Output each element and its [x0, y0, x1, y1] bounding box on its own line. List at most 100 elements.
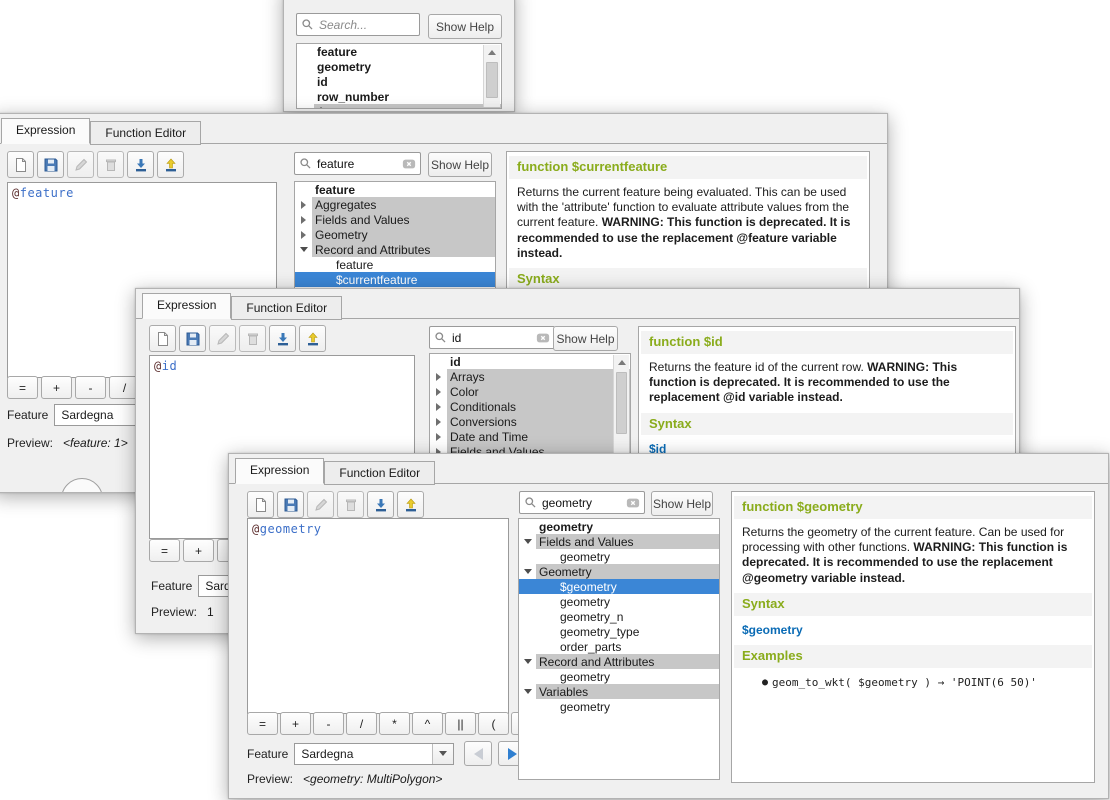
- search-input-box[interactable]: [519, 491, 645, 514]
- list-item[interactable]: geometry: [519, 549, 719, 564]
- import-expressions-button[interactable]: [367, 491, 394, 518]
- show-help-button[interactable]: Show Help: [553, 326, 618, 351]
- list-item[interactable]: geometry: [297, 59, 501, 74]
- list-group[interactable]: Conversions: [430, 414, 630, 429]
- search-input[interactable]: [537, 496, 626, 510]
- search-input-box[interactable]: [296, 13, 420, 36]
- search-input[interactable]: [447, 331, 536, 345]
- list-item[interactable]: feature: [297, 44, 501, 59]
- import-expressions-button[interactable]: [269, 325, 296, 352]
- export-expressions-button[interactable]: [299, 325, 326, 352]
- export-expressions-button[interactable]: [397, 491, 424, 518]
- op-equals-button[interactable]: =: [247, 712, 278, 735]
- list-item-selected[interactable]: $currentfeature: [295, 272, 495, 287]
- list-item[interactable]: id: [430, 354, 630, 369]
- op-equals-button[interactable]: =: [149, 539, 180, 562]
- list-item[interactable]: id: [297, 74, 501, 89]
- search-input-box[interactable]: [294, 152, 421, 175]
- list-group[interactable]: Geometry: [295, 227, 495, 242]
- previous-feature-button[interactable]: [464, 741, 492, 766]
- list-group[interactable]: Date and Time: [430, 429, 630, 444]
- list-item[interactable]: feature: [295, 257, 495, 272]
- show-help-button[interactable]: Show Help: [428, 14, 502, 39]
- tab-expression[interactable]: Expression: [142, 293, 231, 319]
- show-help-button[interactable]: Show Help: [428, 152, 492, 177]
- op-multiply-button[interactable]: *: [379, 712, 410, 735]
- op-divide-button[interactable]: /: [346, 712, 377, 735]
- op-plus-button[interactable]: +: [280, 712, 311, 735]
- clear-search-icon[interactable]: [402, 157, 416, 171]
- clear-search-icon[interactable]: [536, 331, 550, 345]
- op-plus-button[interactable]: +: [41, 376, 72, 399]
- search-input[interactable]: [312, 157, 402, 171]
- list-item[interactable]: geometry_type: [519, 624, 719, 639]
- search-input-box[interactable]: [429, 326, 555, 349]
- edit-expression-button[interactable]: [209, 325, 236, 352]
- new-expression-button[interactable]: [247, 491, 274, 518]
- scroll-up-icon[interactable]: [484, 45, 499, 60]
- new-expression-button[interactable]: [7, 151, 34, 178]
- op-concat-button[interactable]: ||: [445, 712, 476, 735]
- arrow-down-icon: [133, 157, 149, 173]
- list-group[interactable]: Color: [430, 384, 630, 399]
- search-input[interactable]: [314, 18, 415, 32]
- list-group[interactable]: Aggregates: [297, 104, 501, 109]
- chevron-right-icon: [303, 108, 308, 110]
- chevron-right-icon: [436, 433, 441, 441]
- edit-expression-button[interactable]: [307, 491, 334, 518]
- list-group[interactable]: Record and Attributes: [295, 242, 495, 257]
- expression-editor[interactable]: @geometry: [247, 518, 509, 714]
- op-minus-button[interactable]: -: [313, 712, 344, 735]
- list-group[interactable]: Conditionals: [430, 399, 630, 414]
- delete-expression-button[interactable]: [337, 491, 364, 518]
- delete-expression-button[interactable]: [239, 325, 266, 352]
- save-expression-button[interactable]: [277, 491, 304, 518]
- save-expression-button[interactable]: [179, 325, 206, 352]
- import-expressions-button[interactable]: [127, 151, 154, 178]
- clear-search-icon[interactable]: [626, 496, 640, 510]
- list-group[interactable]: Geometry: [519, 564, 719, 579]
- list-group[interactable]: Aggregates: [295, 197, 495, 212]
- op-minus-button[interactable]: -: [75, 376, 106, 399]
- op-equals-button[interactable]: =: [7, 376, 38, 399]
- tab-expression[interactable]: Expression: [235, 458, 324, 484]
- list-group[interactable]: Fields and Values: [295, 212, 495, 227]
- export-expressions-button[interactable]: [157, 151, 184, 178]
- list-group[interactable]: Variables: [519, 684, 719, 699]
- tab-function-editor[interactable]: Function Editor: [231, 296, 342, 320]
- function-tree[interactable]: geometry Fields and Values geometry Geom…: [518, 518, 720, 780]
- delete-expression-button[interactable]: [97, 151, 124, 178]
- list-item[interactable]: geometry: [519, 669, 719, 684]
- list-item[interactable]: feature: [295, 182, 495, 197]
- new-expression-button[interactable]: [149, 325, 176, 352]
- list-item[interactable]: geometry: [519, 594, 719, 609]
- list-item[interactable]: geometry_n: [519, 609, 719, 624]
- scroll-up-icon[interactable]: [614, 355, 629, 370]
- op-open-paren-button[interactable]: (: [478, 712, 509, 735]
- save-expression-button[interactable]: [37, 151, 64, 178]
- tab-expression[interactable]: Expression: [1, 118, 90, 144]
- list-item[interactable]: geometry: [519, 519, 719, 534]
- list-item[interactable]: order_parts: [519, 639, 719, 654]
- op-power-button[interactable]: ^: [412, 712, 443, 735]
- function-list[interactable]: feature geometry id row_number Aggregate…: [296, 43, 502, 109]
- scroll-thumb[interactable]: [616, 372, 627, 434]
- op-plus-button[interactable]: +: [183, 539, 214, 562]
- list-item-selected[interactable]: $geometry: [519, 579, 719, 594]
- function-description: Returns the feature id of the current ro…: [639, 354, 1015, 408]
- help-circle-button[interactable]: [61, 478, 103, 493]
- show-help-button[interactable]: Show Help: [651, 491, 713, 516]
- edit-expression-button[interactable]: [67, 151, 94, 178]
- list-group[interactable]: Record and Attributes: [519, 654, 719, 669]
- nav-next-icon: [508, 748, 517, 760]
- search-icon: [434, 331, 447, 344]
- list-item[interactable]: row_number: [297, 89, 501, 104]
- tab-function-editor[interactable]: Function Editor: [90, 121, 201, 145]
- scrollbar[interactable]: [483, 45, 500, 107]
- scroll-thumb[interactable]: [486, 62, 498, 98]
- list-item[interactable]: geometry: [519, 699, 719, 714]
- feature-combobox[interactable]: Sardegna: [294, 743, 454, 765]
- list-group[interactable]: Fields and Values: [519, 534, 719, 549]
- tab-function-editor[interactable]: Function Editor: [324, 461, 435, 485]
- list-group[interactable]: Arrays: [430, 369, 630, 384]
